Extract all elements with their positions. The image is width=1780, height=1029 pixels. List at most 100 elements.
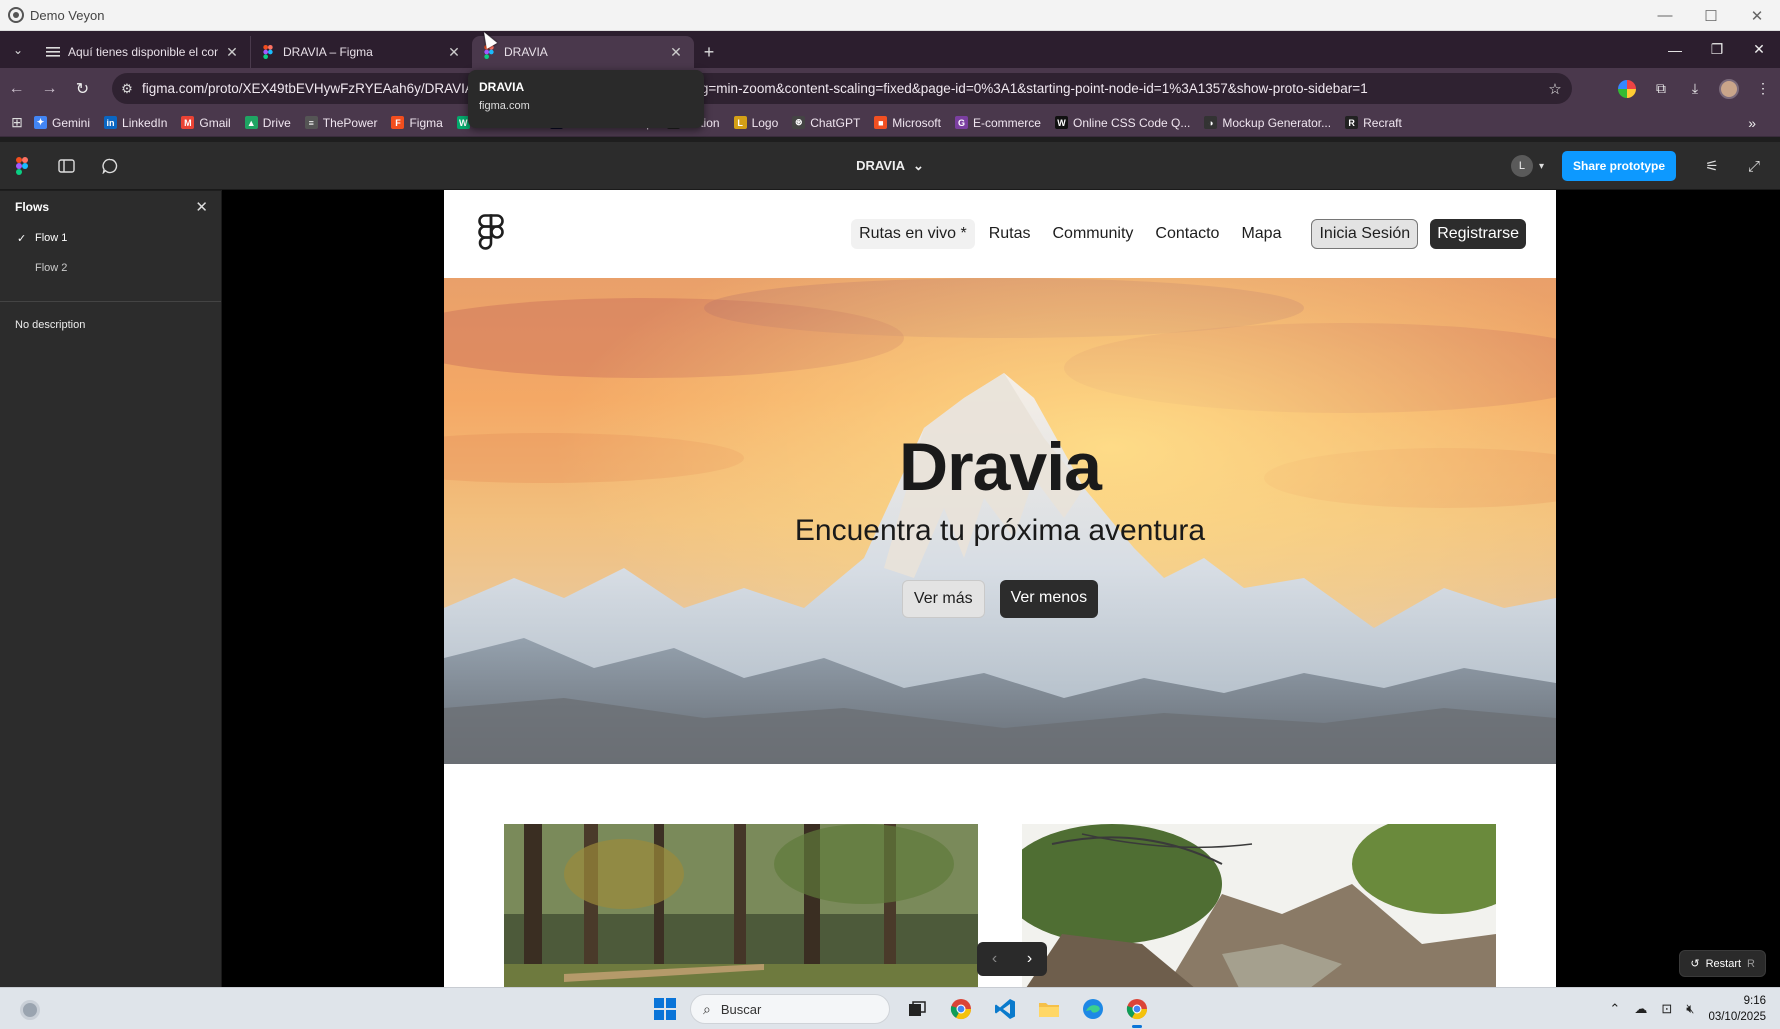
chevron-up-icon[interactable]: ⌃: [1609, 1001, 1620, 1017]
bookmark-label: Mockup Generator...: [1222, 115, 1332, 130]
nav-rutas-en-vivo[interactable]: Rutas en vivo *: [851, 219, 975, 249]
file-title: DRAVIA: [856, 158, 905, 173]
hero-subtitle: Encuentra tu próxima aventura: [794, 514, 1206, 547]
vscode-icon[interactable]: [988, 992, 1022, 1026]
bookmark-e-commerce[interactable]: G E-commerce: [954, 116, 1041, 130]
nav-mapa[interactable]: Mapa: [1233, 219, 1289, 249]
network-icon[interactable]: ⊡: [1661, 1001, 1672, 1017]
bookmark-drive[interactable]: ▲ Drive: [244, 116, 291, 130]
bookmark-star-icon[interactable]: ☆: [1538, 80, 1572, 98]
site-settings-icon[interactable]: ⚙: [112, 81, 142, 97]
comment-icon[interactable]: [88, 150, 132, 182]
tab-hover-tooltip: DRAVIA figma.com: [468, 70, 704, 128]
bookmark-gemini[interactable]: ✦ Gemini: [34, 116, 90, 130]
task-view-icon[interactable]: [900, 992, 934, 1026]
bookmark-chatgpt[interactable]: ⊛ ChatGPT: [792, 116, 860, 130]
fullscreen-expand-icon[interactable]: ⤢: [1736, 158, 1772, 175]
hero-buttons: Ver más Ver menos: [444, 580, 1556, 618]
bookmark-label: Gemini: [52, 115, 91, 130]
edge-icon[interactable]: [1076, 992, 1110, 1026]
browser-restore-button[interactable]: ❐: [1696, 31, 1738, 68]
chrome-icon[interactable]: [944, 992, 978, 1026]
login-button[interactable]: Inicia Sesión: [1311, 219, 1419, 249]
figma-logo-icon[interactable]: [478, 214, 504, 257]
ver-mas-button[interactable]: Ver más: [901, 580, 985, 618]
clock[interactable]: 9:16 03/10/2025: [1708, 993, 1766, 1025]
minimize-button[interactable]: —: [1642, 0, 1688, 31]
flow-item-1[interactable]: ✓ Flow 1: [0, 223, 221, 253]
browser-menu-icon[interactable]: ⋮: [1746, 80, 1780, 97]
bookmark-mockup-generator[interactable]: ◑ Mockup Generator...: [1204, 116, 1331, 130]
download-icon[interactable]: ⤓: [1678, 80, 1712, 97]
bookmark-thepower[interactable]: ≡ ThePower: [304, 116, 377, 130]
onedrive-offline-icon[interactable]: ☁: [1634, 1001, 1647, 1017]
bookmark-logo[interactable]: L Logo: [733, 116, 778, 130]
close-panel-icon[interactable]: ✕: [195, 198, 208, 216]
restart-shortcut: R: [1747, 957, 1755, 970]
extensions-puzzle-icon[interactable]: ⧉: [1644, 80, 1678, 97]
new-tab-button[interactable]: +: [694, 36, 724, 68]
start-windows-icon[interactable]: [650, 994, 680, 1024]
color-extension-icon[interactable]: [1610, 79, 1644, 98]
bookmark-favicon-icon: F: [391, 116, 405, 129]
taskbar-apps: ⌕ Buscar: [650, 988, 1154, 1029]
bookmark-favicon-icon: G: [954, 116, 968, 129]
chevron-down-icon: ⌄: [912, 157, 924, 173]
forest-route-image[interactable]: [504, 824, 978, 987]
user-avatar[interactable]: L: [1510, 155, 1533, 177]
river-canyon-image[interactable]: [1022, 824, 1496, 987]
nav-community[interactable]: Community: [1044, 219, 1141, 249]
close-button[interactable]: ✕: [1734, 0, 1780, 31]
list-icon: [46, 45, 60, 59]
file-explorer-icon[interactable]: [1032, 992, 1066, 1026]
maximize-button[interactable]: ☐: [1688, 0, 1734, 31]
browser-minimize-button[interactable]: —: [1654, 31, 1696, 68]
bookmark-linkedin[interactable]: in LinkedIn: [104, 116, 167, 130]
close-tab-icon[interactable]: ✕: [224, 44, 240, 61]
bookmark-gmail[interactable]: M Gmail: [181, 116, 231, 130]
tab-dravia-active[interactable]: DRAVIA ✕: [472, 36, 694, 68]
flow-item-2[interactable]: Flow 2: [0, 253, 221, 283]
apps-grid-icon[interactable]: ⊞: [0, 114, 34, 131]
bookmarks-bar: ⊞ ✦ Gemini in LinkedIn M Gmail ▲ Drive ≡ ThePower…: [0, 109, 1780, 137]
file-title-dropdown[interactable]: DRAVIA ⌄: [856, 158, 924, 174]
bookmark-microsoft[interactable]: ■ Microsoft: [874, 116, 941, 130]
browser-close-button[interactable]: ✕: [1738, 31, 1780, 68]
bookmark-online-css-code-q[interactable]: W Online CSS Code Q...: [1054, 116, 1190, 130]
flows-header: Flows ✕: [0, 191, 221, 223]
chrome-active-icon[interactable]: [1120, 992, 1154, 1028]
bookmark-recraft[interactable]: R Recraft: [1345, 116, 1402, 130]
restart-label: Restart: [1705, 957, 1742, 970]
settings-sliders-icon[interactable]: ⚟: [1694, 157, 1730, 175]
address-bar[interactable]: ⚙ figma.com/proto/XEX49tbEVHywFzRYEAah6y…: [112, 73, 1572, 104]
ver-menos-button[interactable]: Ver menos: [999, 580, 1099, 618]
bookmark-label: LinkedIn: [122, 115, 168, 130]
register-button[interactable]: Registrarse: [1430, 219, 1526, 249]
prev-frame-icon[interactable]: ‹: [992, 950, 997, 968]
volume-muted-icon[interactable]: 🔇︎: [1686, 1001, 1694, 1017]
nav-contacto[interactable]: Contacto: [1147, 219, 1227, 249]
more-bookmarks-icon[interactable]: »: [1748, 115, 1756, 131]
taskbar-search[interactable]: ⌕ Buscar: [690, 994, 890, 1024]
sidebar-toggle-icon[interactable]: [44, 150, 88, 182]
close-tab-icon[interactable]: ✕: [446, 44, 462, 61]
forward-arrow-icon[interactable]: →: [33, 73, 66, 105]
back-arrow-icon[interactable]: ←: [0, 73, 33, 105]
nav-rutas[interactable]: Rutas: [981, 219, 1039, 249]
restart-button[interactable]: ↺ Restart R: [1679, 950, 1766, 977]
tab-aqui-tienes[interactable]: Aquí tienes disponible el conte ✕: [36, 36, 250, 68]
url-text[interactable]: figma.com/proto/XEX49tbEVHywFzRYEAah6y/D…: [142, 81, 1538, 96]
tab-dravia-figma[interactable]: DRAVIA – Figma ✕: [250, 36, 472, 68]
avatar-caret-icon[interactable]: ▾: [1539, 161, 1544, 172]
profile-avatar[interactable]: [1712, 78, 1746, 99]
tab-search-chevron-icon[interactable]: ⌄: [0, 31, 36, 68]
reload-icon[interactable]: ↻: [66, 73, 99, 105]
figma-logo-icon[interactable]: [0, 156, 44, 175]
bookmark-figma[interactable]: F Figma: [391, 116, 443, 130]
bookmark-favicon-icon: L: [733, 116, 747, 129]
next-frame-icon[interactable]: ›: [1027, 950, 1032, 968]
hero-title: Dravia: [899, 429, 1102, 505]
close-tab-icon[interactable]: ✕: [668, 44, 684, 61]
share-prototype-button[interactable]: Share prototype: [1561, 151, 1676, 181]
widgets-icon[interactable]: [20, 1000, 40, 1020]
